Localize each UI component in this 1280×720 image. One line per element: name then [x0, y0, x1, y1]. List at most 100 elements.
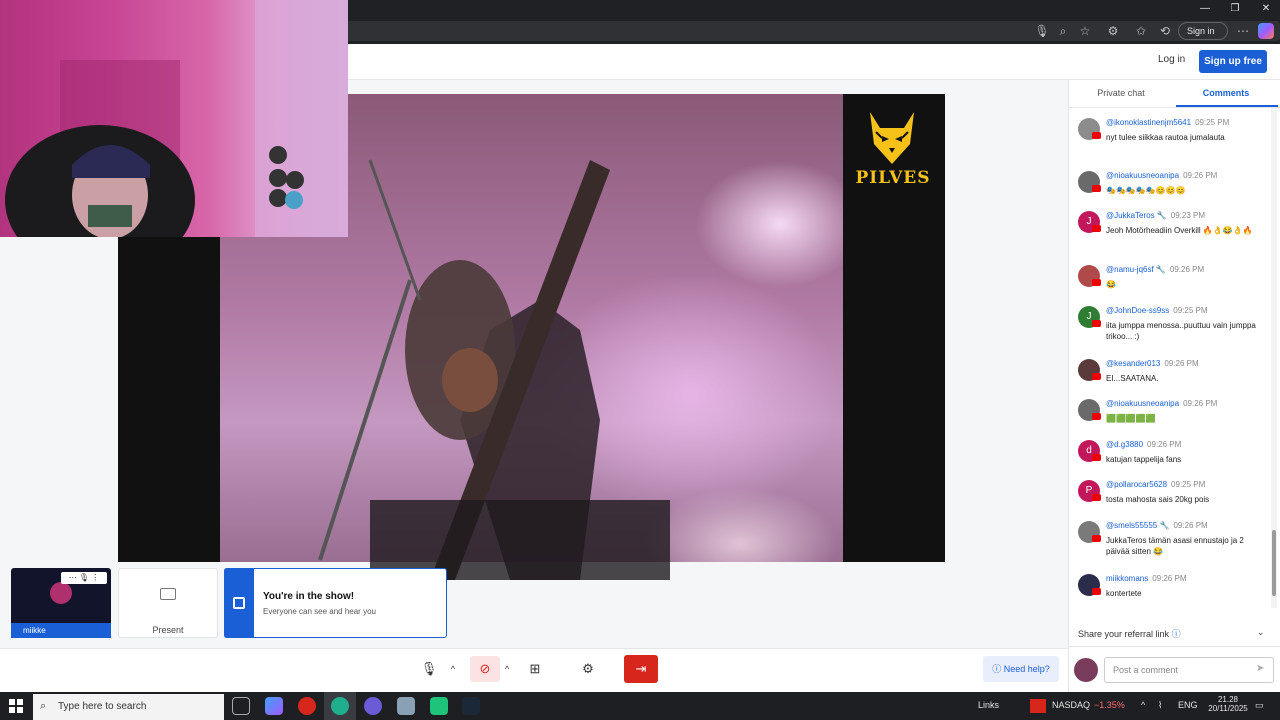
- copilot-taskbar-icon[interactable]: [265, 697, 283, 715]
- links-label[interactable]: Links: [978, 700, 999, 710]
- security-icon[interactable]: [397, 697, 415, 715]
- avatar: [50, 582, 72, 604]
- comment-time: 09:25 PM: [1171, 480, 1206, 489]
- taskbar-search[interactable]: Type here to search: [33, 694, 224, 720]
- signup-button[interactable]: Sign up free: [1199, 50, 1267, 73]
- comment-time: 09:26 PM: [1183, 171, 1218, 180]
- comment-user[interactable]: @smels55555 🔧: [1106, 521, 1169, 530]
- self-name-label: miikke: [11, 623, 111, 638]
- favorites-icon[interactable]: ✩: [1133, 23, 1149, 39]
- tray-chevron-icon[interactable]: ^: [1141, 700, 1145, 710]
- youtube-icon: [1092, 185, 1101, 192]
- comment-time: 09:26 PM: [1169, 265, 1205, 274]
- present-label: Present: [152, 625, 184, 635]
- steam-icon[interactable]: [462, 697, 480, 715]
- comment-time: 09:23 PM: [1170, 211, 1206, 220]
- chevron-down-icon[interactable]: ⌄: [1257, 627, 1265, 638]
- opera-icon[interactable]: [298, 697, 316, 715]
- network-icon[interactable]: ⌇: [1158, 700, 1162, 711]
- copilot-icon[interactable]: [1258, 23, 1274, 39]
- clock-time: 21.28: [1217, 695, 1239, 704]
- close-icon[interactable]: ✕: [1256, 2, 1276, 16]
- comment-time: 09:26 PM: [1183, 399, 1218, 408]
- comment-user[interactable]: @JukkaTeros 🔧: [1106, 211, 1167, 220]
- comment-user[interactable]: @pollarocar5628: [1106, 480, 1167, 489]
- comment-text: 🎭🎭🎭🎭🎭😊😊😊: [1106, 186, 1186, 195]
- restore-icon[interactable]: ❐: [1225, 2, 1245, 16]
- notifications-icon[interactable]: ▭: [1255, 700, 1264, 711]
- show-notice-title: You're in the show!: [263, 591, 355, 602]
- discord-icon[interactable]: [364, 697, 382, 715]
- login-link[interactable]: Log in: [1158, 54, 1185, 65]
- help-button[interactable]: ⓘ Need help?: [983, 656, 1059, 682]
- ticker-change: −1.35%: [1094, 700, 1125, 710]
- mic-options-chevron-icon[interactable]: ^: [446, 656, 460, 682]
- app-green-icon[interactable]: [430, 697, 448, 715]
- comment-text: 😂: [1106, 280, 1116, 289]
- self-controls[interactable]: ⋯ 🎙 ⋮: [61, 572, 107, 584]
- screen-share-button[interactable]: ⊞: [520, 656, 550, 682]
- comment-text: Jeoh Motörheadiin Overkill 🔥👌😂👌🔥: [1106, 226, 1253, 235]
- camera-off-button[interactable]: ⊘: [470, 656, 500, 682]
- youtube-icon: [1092, 373, 1101, 380]
- help-label: Need help?: [1003, 664, 1050, 674]
- youtube-icon: [1092, 279, 1101, 286]
- search-icon: ⌕: [40, 700, 47, 712]
- comment-text: tosta mahosta sais 20kg pois: [1106, 495, 1210, 504]
- comment-text: nyt tulee siikkaa rautoa jumalauta: [1106, 133, 1225, 142]
- help-icon: ⓘ: [992, 664, 1004, 674]
- referral-label: Share your referral link: [1078, 629, 1170, 639]
- scrollbar-thumb[interactable]: [1272, 530, 1276, 596]
- comment-user[interactable]: @nioakuusneoanipa: [1106, 171, 1179, 180]
- comment-time: 09:25 PM: [1195, 118, 1230, 127]
- youtube-icon: [1092, 535, 1101, 542]
- leave-studio-button[interactable]: ⇥: [624, 655, 658, 683]
- tabs-divider: [1069, 107, 1280, 108]
- windows-start-icon[interactable]: [9, 699, 23, 713]
- comment-user[interactable]: miikkomans: [1106, 574, 1148, 583]
- minimize-icon[interactable]: —: [1195, 2, 1215, 16]
- browser-signin-button[interactable]: Sign in: [1178, 22, 1228, 40]
- tab-active-indicator: [1176, 105, 1278, 107]
- youtube-icon: [1092, 132, 1101, 139]
- info-icon: ⓘ: [1171, 629, 1181, 639]
- mic-toggle-button[interactable]: 🎙: [414, 656, 444, 682]
- comment-user[interactable]: @nioakuusneoanipa: [1106, 399, 1179, 408]
- zoom-icon[interactable]: ⌕: [1055, 23, 1071, 39]
- tab-comments[interactable]: Comments: [1176, 88, 1276, 98]
- comment-user[interactable]: @namu-jq6sf 🔧: [1106, 265, 1166, 274]
- logo-wordmark: PILVES: [855, 168, 931, 188]
- comment-text: iita jumppa menossa..puuttuu vain jumppa…: [1106, 321, 1256, 341]
- send-icon[interactable]: ➤: [1256, 663, 1264, 674]
- camera-options-chevron-icon[interactable]: ^: [500, 656, 514, 682]
- youtube-icon: [1092, 413, 1101, 420]
- comment-user[interactable]: @d.g3880: [1106, 440, 1143, 449]
- task-view-icon[interactable]: [232, 697, 250, 715]
- show-notice-subtitle: Everyone can see and hear you: [263, 607, 376, 616]
- settings-gear-icon[interactable]: ⚙: [573, 656, 603, 682]
- present-icon: [160, 588, 176, 600]
- comment-user[interactable]: @kesander013: [1106, 359, 1160, 368]
- history-icon[interactable]: ⟲: [1157, 23, 1173, 39]
- tab-private-chat[interactable]: Private chat: [1076, 88, 1166, 98]
- comment-time: 09:26 PM: [1164, 359, 1199, 368]
- referral-link-row[interactable]: Share your referral link ⓘ: [1078, 627, 1181, 640]
- comment-time: 09:26 PM: [1147, 440, 1182, 449]
- mic-icon[interactable]: 🎙: [1034, 23, 1050, 39]
- comment-text: katujan tappelija fans: [1106, 455, 1182, 464]
- person-icon: [233, 597, 245, 609]
- comment-user[interactable]: @JohnDoe-ss9ss: [1106, 306, 1169, 315]
- ticker-name[interactable]: NASDAQ: [1052, 700, 1090, 710]
- more-icon[interactable]: ⋯: [1235, 23, 1251, 39]
- comment-user[interactable]: @ikonoklastinenjm5641: [1106, 118, 1191, 127]
- favorite-icon[interactable]: ☆: [1077, 23, 1093, 39]
- extensions-icon[interactable]: ⚙: [1105, 23, 1121, 39]
- taskbar-clock[interactable]: 21.28 20/11/2025: [1208, 695, 1248, 713]
- edge-icon[interactable]: [331, 697, 349, 715]
- language-label[interactable]: ENG: [1178, 700, 1198, 710]
- youtube-icon: [1092, 320, 1101, 327]
- youtube-icon: [1092, 494, 1101, 501]
- comment-input[interactable]: Post a comment: [1104, 657, 1274, 683]
- youtube-icon: [1092, 454, 1101, 461]
- youtube-icon: [1092, 225, 1101, 232]
